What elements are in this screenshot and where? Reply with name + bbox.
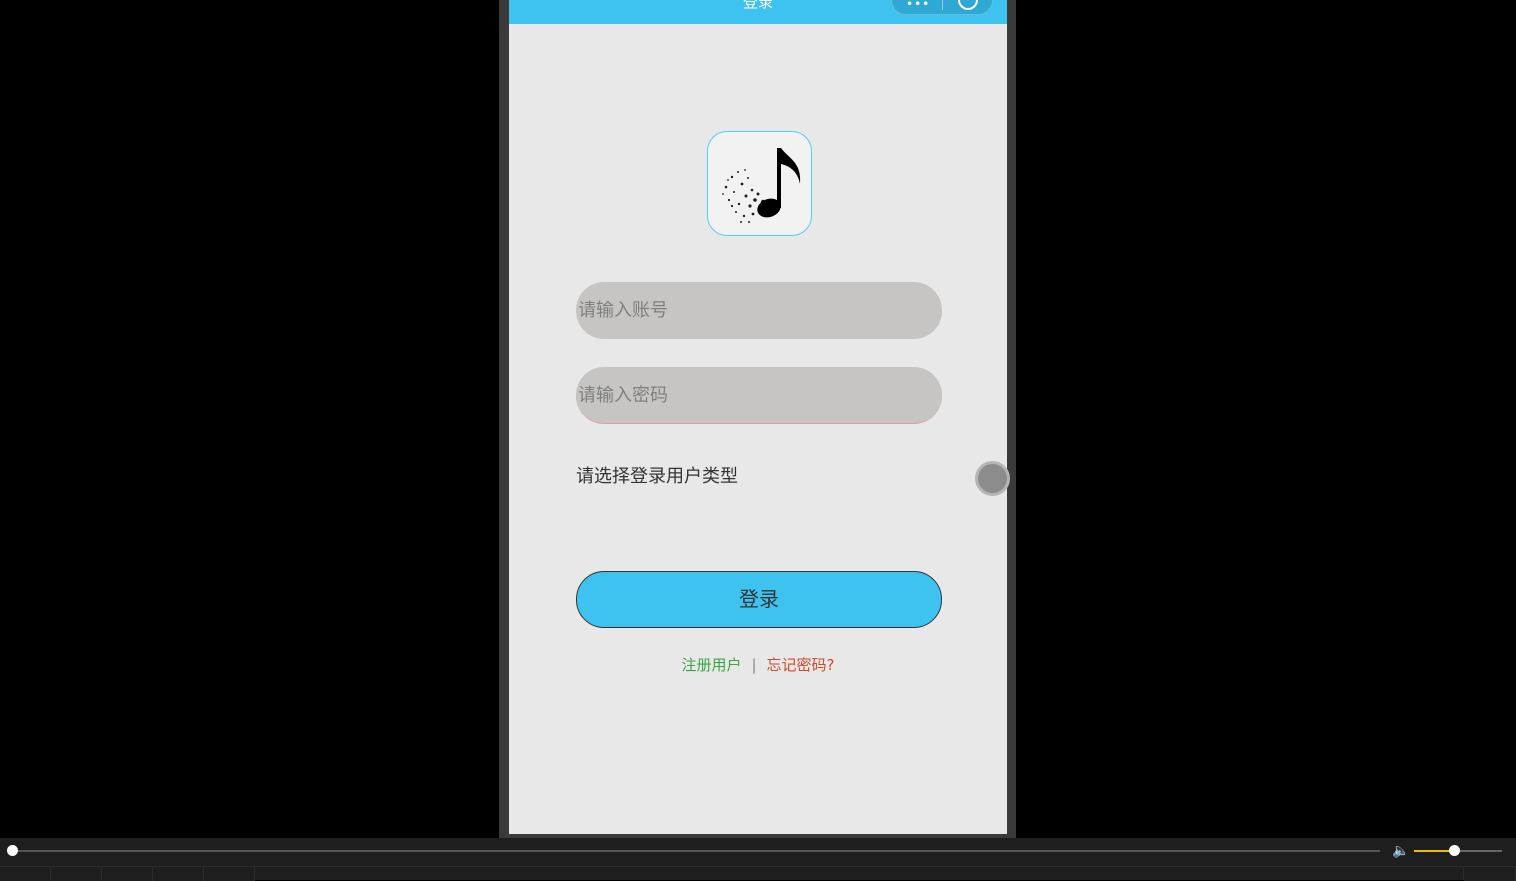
account-input[interactable] xyxy=(576,282,942,339)
login-button[interactable]: 登录 xyxy=(576,571,942,628)
player-spacer xyxy=(255,867,1464,880)
forgot-password-link[interactable]: 忘记密码? xyxy=(767,656,835,674)
player-button[interactable] xyxy=(153,867,204,881)
player-bar: 🔈 xyxy=(0,838,1516,881)
nav-bar: 登录 ••• xyxy=(509,0,1007,24)
more-dots-icon[interactable]: ••• xyxy=(906,0,930,10)
player-button[interactable] xyxy=(51,867,102,881)
links-row: 注册用户 | 忘记密码? xyxy=(509,654,1007,676)
player-button[interactable] xyxy=(102,867,153,881)
capsule-menu[interactable]: ••• xyxy=(891,0,993,15)
volume-fill xyxy=(1414,850,1454,852)
password-input[interactable] xyxy=(576,367,942,424)
user-type-picker[interactable]: 请选择登录用户类型 xyxy=(576,465,738,489)
phone-screen: 登录 ••• 请输入账号 请选择登录用户类型 登录 注册用户 | 忘记密码? xyxy=(509,0,1007,834)
music-note-icon xyxy=(722,148,801,223)
progress-knob[interactable] xyxy=(7,845,18,856)
speaker-icon[interactable]: 🔈 xyxy=(1392,842,1409,860)
close-circle-icon[interactable] xyxy=(958,0,978,10)
phone-frame: 登录 ••• 请输入账号 请选择登录用户类型 登录 注册用户 | 忘记密码? xyxy=(499,0,1016,838)
register-link[interactable]: 注册用户 xyxy=(681,656,741,674)
player-button[interactable] xyxy=(0,867,51,881)
links-divider: | xyxy=(751,656,757,674)
player-button[interactable] xyxy=(1464,867,1516,881)
progress-track[interactable] xyxy=(12,850,1380,852)
player-buttons-row xyxy=(0,866,1516,881)
volume-knob[interactable] xyxy=(1448,845,1460,856)
capsule-divider xyxy=(942,0,943,10)
player-button[interactable] xyxy=(204,867,255,881)
touch-cursor xyxy=(975,461,1010,496)
app-logo xyxy=(707,131,812,236)
